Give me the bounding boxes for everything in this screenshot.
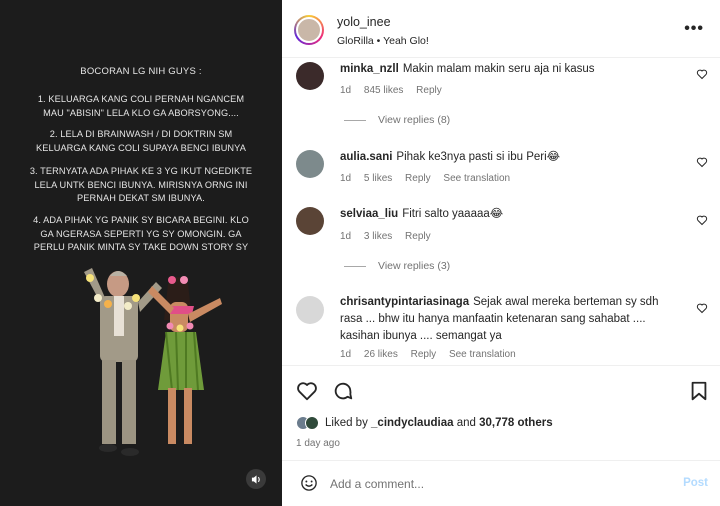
post-button[interactable]: Post xyxy=(683,477,708,489)
liked-by-label: Liked by xyxy=(325,417,372,429)
likes-summary: Liked by _cindyclaudiaa and 30,778 other… xyxy=(296,416,553,430)
comment-meta: 1d 5 likes Reply See translation xyxy=(340,173,520,184)
comment-body: aulia.sani Pihak ke3nya pasti si ibu Peri… xyxy=(340,149,680,166)
reply-button[interactable]: Reply xyxy=(416,85,442,96)
comment-likes[interactable]: 845 likes xyxy=(364,85,403,96)
view-replies-label: View replies (3) xyxy=(378,260,451,272)
story-text-line: 4. ADA PIHAK YG PANIK SY BICARA BEGINI. … xyxy=(33,215,249,225)
post-username[interactable]: yolo_inee xyxy=(337,15,391,29)
liked-and-label: and xyxy=(453,417,480,429)
comment-username[interactable]: selviaa_liu xyxy=(340,208,398,220)
heart-icon[interactable] xyxy=(696,68,708,80)
comment-meta: 1d 845 likes Reply xyxy=(340,85,452,96)
story-text-line: 2. LELA DI BRAINWASH / DI DOKTRIN SM xyxy=(49,129,233,139)
avatar[interactable] xyxy=(294,15,324,45)
comment-age: 1d xyxy=(340,85,352,96)
story-text-line: MAU "ABISIN" LELA KLO GA ABORSYONG.... xyxy=(43,107,239,118)
more-horizontal-icon: ••• xyxy=(684,20,704,37)
comment-username[interactable]: aulia.sani xyxy=(340,151,392,163)
heart-icon[interactable] xyxy=(696,214,708,226)
comment-avatar[interactable] xyxy=(296,150,324,178)
liker-avatar xyxy=(305,416,319,430)
story-text-line: 1. KELUARGA KANG COLI PERNAH NGANCEM xyxy=(37,94,245,104)
comments-list: minka_nzll Makin malam makin seru aja ni … xyxy=(282,58,720,365)
speaker-icon xyxy=(251,474,260,484)
story-text-line: LELA UNTK BENCI IBUNYA. MIRISNYA ORNG IN… xyxy=(34,179,248,190)
comment-avatar[interactable] xyxy=(296,207,324,235)
comment-age: 1d xyxy=(340,349,352,360)
story-text-line: PERNAH DEKAT SM IBUNYA. xyxy=(77,193,205,204)
reply-button[interactable]: Reply xyxy=(405,173,431,184)
heart-icon[interactable] xyxy=(696,302,708,314)
comment-likes[interactable]: 5 likes xyxy=(364,173,392,184)
story-text-line: KELUARGA KANG COLI SUPAYA BENCI IBUNYA xyxy=(36,142,246,153)
liked-by-user[interactable]: _cindyclaudiaa xyxy=(371,417,453,429)
comment-meta: 1d 3 likes Reply xyxy=(340,231,441,242)
view-replies-button[interactable]: View replies (3) xyxy=(344,260,450,272)
story-text-line: GA NGERASA SEPERTI YG SY OMONGIN. GA xyxy=(40,228,242,239)
comment-avatar[interactable] xyxy=(296,296,324,324)
post-time[interactable]: 1 day ago xyxy=(296,438,340,449)
comment-body: minka_nzll Makin malam makin seru aja ni … xyxy=(340,61,680,78)
comment-text: Pihak ke3nya pasti si ibu Peri😂 xyxy=(396,151,561,163)
more-options-button[interactable]: ••• xyxy=(684,20,704,38)
comment-username[interactable]: chrisantypintariasinaga xyxy=(340,296,469,308)
comment-age: 1d xyxy=(340,231,352,242)
likes-count[interactable]: 30,778 others xyxy=(479,417,553,429)
heart-icon[interactable] xyxy=(696,156,708,168)
post-actions: Liked by _cindyclaudiaa and 30,778 other… xyxy=(282,365,720,506)
see-translation-button[interactable]: See translation xyxy=(443,173,510,184)
comment-text: Fitri salto yaaaaa😂 xyxy=(402,208,504,220)
comment-bubble-icon[interactable] xyxy=(332,380,354,402)
like-heart-icon[interactable] xyxy=(296,380,318,402)
comment-body: chrisantypintariasinaga Sejak awal mereka… xyxy=(340,294,680,345)
instagram-post-viewer: BOCORAN LG NIH GUYS : 1. KELUARGA KANG C… xyxy=(0,0,720,506)
reply-button[interactable]: Reply xyxy=(405,231,431,242)
emoji-icon[interactable] xyxy=(300,474,318,492)
reply-button[interactable]: Reply xyxy=(411,349,437,360)
comment-username[interactable]: minka_nzll xyxy=(340,63,399,75)
comment-text: Makin malam makin seru aja ni kasus xyxy=(402,63,595,75)
comment-likes[interactable]: 3 likes xyxy=(364,231,392,242)
story-text-line: PERLU PANIK MINTA SY TAKE DOWN STORY SY xyxy=(33,242,249,253)
bookmark-icon[interactable] xyxy=(688,380,710,402)
view-replies-label: View replies (8) xyxy=(378,114,451,126)
comment-body: selviaa_liu Fitri salto yaaaaa😂 xyxy=(340,206,680,223)
story-media[interactable]: BOCORAN LG NIH GUYS : 1. KELUARGA KANG C… xyxy=(0,0,282,506)
view-replies-button[interactable]: View replies (8) xyxy=(344,114,450,126)
post-header: yolo_inee GloRilla • Yeah Glo! ••• xyxy=(282,0,720,58)
comment-avatar[interactable] xyxy=(296,62,324,90)
story-text-line: 3. TERNYATA ADA PIHAK KE 3 YG IKUT NGEDI… xyxy=(29,166,253,176)
volume-button[interactable] xyxy=(246,469,266,489)
story-title: BOCORAN LG NIH GUYS : xyxy=(80,66,202,77)
likes-text: Liked by _cindyclaudiaa and 30,778 other… xyxy=(325,417,553,429)
comment-age: 1d xyxy=(340,173,352,184)
dancers-sticker xyxy=(70,262,240,472)
comment-meta: 1d 26 likes Reply See translation xyxy=(340,349,526,360)
add-comment-input[interactable] xyxy=(330,475,660,493)
add-comment-row: Post xyxy=(282,460,720,506)
post-panel: yolo_inee GloRilla • Yeah Glo! ••• minka… xyxy=(282,0,720,506)
audio-attribution[interactable]: GloRilla • Yeah Glo! xyxy=(337,35,429,47)
see-translation-button[interactable]: See translation xyxy=(449,349,516,360)
comment-likes[interactable]: 26 likes xyxy=(364,349,398,360)
